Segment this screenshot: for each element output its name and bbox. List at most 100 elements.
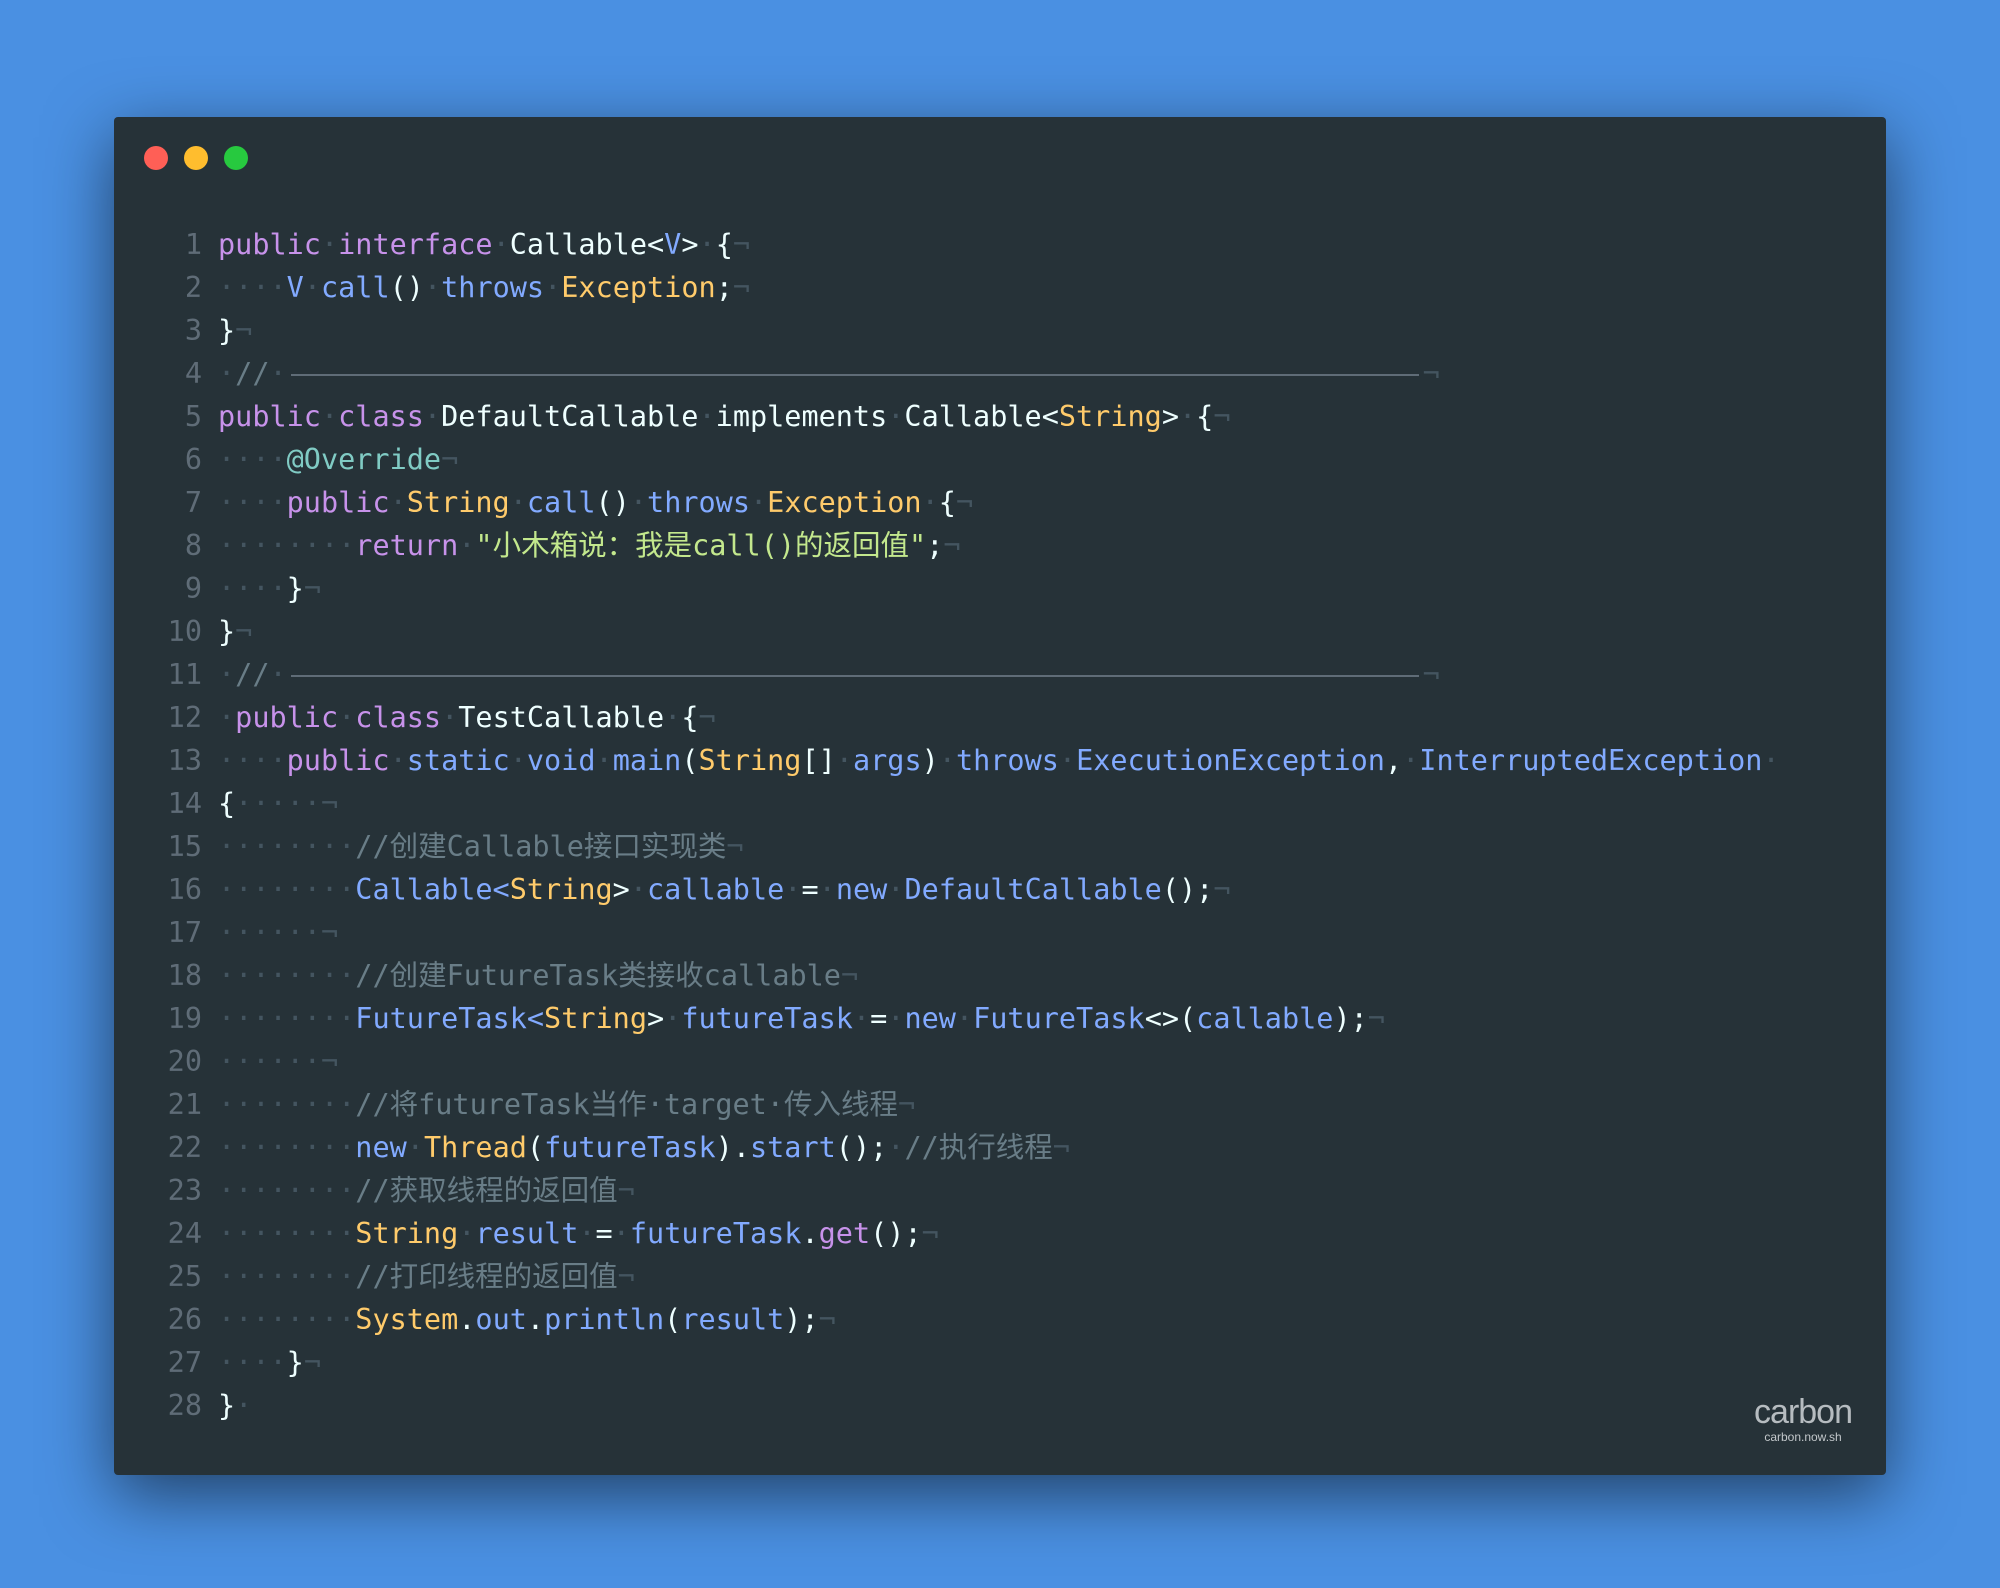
- code-token: >: [681, 228, 699, 261]
- whitespace-marker: ·: [269, 658, 287, 691]
- whitespace-marker: ·: [389, 486, 407, 519]
- code-token: class: [355, 701, 442, 734]
- code-token: interface: [338, 228, 493, 261]
- whitespace-marker: ·: [320, 228, 339, 261]
- code-token: Thread: [423, 1131, 527, 1164]
- code-token: {: [681, 701, 699, 734]
- whitespace-marker: ····: [218, 486, 287, 519]
- whitespace-marker: ¬: [897, 1088, 916, 1121]
- whitespace-marker: ·: [544, 271, 562, 304]
- whitespace-marker: ¬: [1213, 873, 1231, 906]
- whitespace-marker: ¬: [732, 271, 751, 304]
- line-number: 15: [167, 830, 202, 863]
- code-token: .: [801, 1217, 819, 1250]
- whitespace-marker: ¬: [303, 572, 321, 605]
- code-token: Exception: [767, 486, 922, 519]
- whitespace-marker: ·: [749, 486, 768, 519]
- whitespace-marker: ······¬: [218, 916, 339, 949]
- code-token: >: [646, 1002, 665, 1035]
- code-text: ······¬: [218, 911, 338, 954]
- close-window-icon[interactable]: [144, 146, 168, 170]
- code-line: 22 ········new·Thread(futureTask).start()…: [114, 1126, 1886, 1169]
- code-text: ········//打印线程的返回值¬: [218, 1255, 635, 1298]
- whitespace-marker: ····: [218, 1346, 287, 1379]
- code-line: 9 ····}¬: [114, 567, 1886, 610]
- code-token: public: [286, 744, 390, 777]
- whitespace-marker: ·: [509, 744, 527, 777]
- line-number: 25: [167, 1260, 202, 1293]
- code-token: call: [526, 486, 596, 519]
- code-token: }: [218, 615, 236, 648]
- code-line: 17 ······¬: [114, 911, 1886, 954]
- whitespace-marker: ····: [218, 271, 287, 304]
- code-token: (): [595, 486, 630, 519]
- code-token: main: [612, 744, 682, 777]
- code-token: );: [784, 1303, 819, 1336]
- whitespace-marker: ·: [320, 400, 339, 433]
- code-comment: //创建Callable接口实现类: [355, 830, 727, 863]
- code-token: ;: [926, 529, 944, 562]
- whitespace-marker: ¬: [235, 314, 253, 347]
- whitespace-marker: ·: [921, 486, 939, 519]
- code-token: ();: [1161, 873, 1214, 906]
- code-text: ·//· ¬: [218, 653, 1440, 696]
- whitespace-marker: ·: [784, 873, 802, 906]
- code-text: {·····¬: [218, 782, 338, 825]
- code-token: Callable<: [509, 228, 665, 261]
- code-token: (: [526, 1131, 545, 1164]
- code-token: String: [406, 486, 510, 519]
- code-line: 13 ····public·static·void·main(String[]·a…: [114, 739, 1886, 782]
- whitespace-marker: ·: [664, 701, 682, 734]
- line-number: 5: [184, 400, 202, 433]
- code-text: ····}¬: [218, 1341, 321, 1384]
- code-comment: //: [235, 658, 270, 691]
- code-token: static: [406, 744, 510, 777]
- line-number: 11: [167, 658, 202, 691]
- whitespace-marker: ¬: [1052, 1131, 1070, 1164]
- code-token: public: [218, 400, 321, 433]
- code-token: <>(: [1144, 1002, 1197, 1035]
- minimize-window-icon[interactable]: [184, 146, 208, 170]
- whitespace-marker: ········: [218, 1174, 356, 1207]
- code-text: ········//将futureTask当作·target·传入线程¬: [218, 1083, 915, 1126]
- code-line: 16 ········Callable<String>·callable·=·ne…: [114, 868, 1886, 911]
- code-token: new: [904, 1002, 956, 1035]
- whitespace-marker: ·: [1402, 744, 1420, 777]
- whitespace-marker: ·: [338, 701, 356, 734]
- whitespace-marker: ·: [269, 357, 287, 390]
- whitespace-marker: ·: [595, 744, 613, 777]
- code-text: ········//创建FutureTask类接收callable¬: [218, 954, 858, 997]
- line-number: 16: [167, 873, 202, 906]
- code-text: ····@Override¬: [218, 438, 458, 481]
- code-token: "小木箱说：我是call()的返回值": [475, 529, 927, 562]
- whitespace-marker: ·: [664, 1002, 682, 1035]
- code-token: throws: [441, 271, 545, 304]
- code-token: DefaultCallable: [441, 400, 699, 433]
- code-text: ········Callable<String>·callable·=·new·…: [218, 868, 1231, 911]
- code-token: futureTask: [629, 1217, 802, 1250]
- code-line: 12 ·public·class·TestCallable·{¬: [114, 696, 1886, 739]
- code-text: ····public·static·void·main(String[]·arg…: [218, 739, 1780, 782]
- code-line: 4 ·//· ¬: [114, 352, 1886, 395]
- code-token: return: [355, 529, 459, 562]
- maximize-window-icon[interactable]: [224, 146, 248, 170]
- code-token: Exception: [561, 271, 716, 304]
- code-token: Callable<: [355, 873, 510, 906]
- code-comment: //创建FutureTask类接收callable: [355, 959, 841, 992]
- separator-rule: [290, 374, 1419, 376]
- whitespace-marker: ·: [1762, 744, 1780, 777]
- code-token: }: [218, 1389, 236, 1422]
- whitespace-marker: ·: [835, 744, 853, 777]
- code-comment: //执行线程: [904, 1131, 1053, 1164]
- line-number: 10: [167, 615, 202, 648]
- whitespace-marker: ¬: [1422, 357, 1440, 390]
- code-line: 21 ········//将futureTask当作·target·传入线程¬: [114, 1083, 1886, 1126]
- code-token: =: [595, 1217, 613, 1250]
- code-line: 14 {·····¬: [114, 782, 1886, 825]
- code-comment: //获取线程的返回值: [355, 1174, 618, 1207]
- code-token: =: [870, 1002, 888, 1035]
- code-text: }¬: [218, 610, 252, 653]
- code-editor[interactable]: 1 public·interface·Callable<V>·{¬ 2 ····V·c…: [114, 223, 1886, 1427]
- whitespace-marker: ¬: [441, 443, 459, 476]
- whitespace-marker: ········: [218, 873, 356, 906]
